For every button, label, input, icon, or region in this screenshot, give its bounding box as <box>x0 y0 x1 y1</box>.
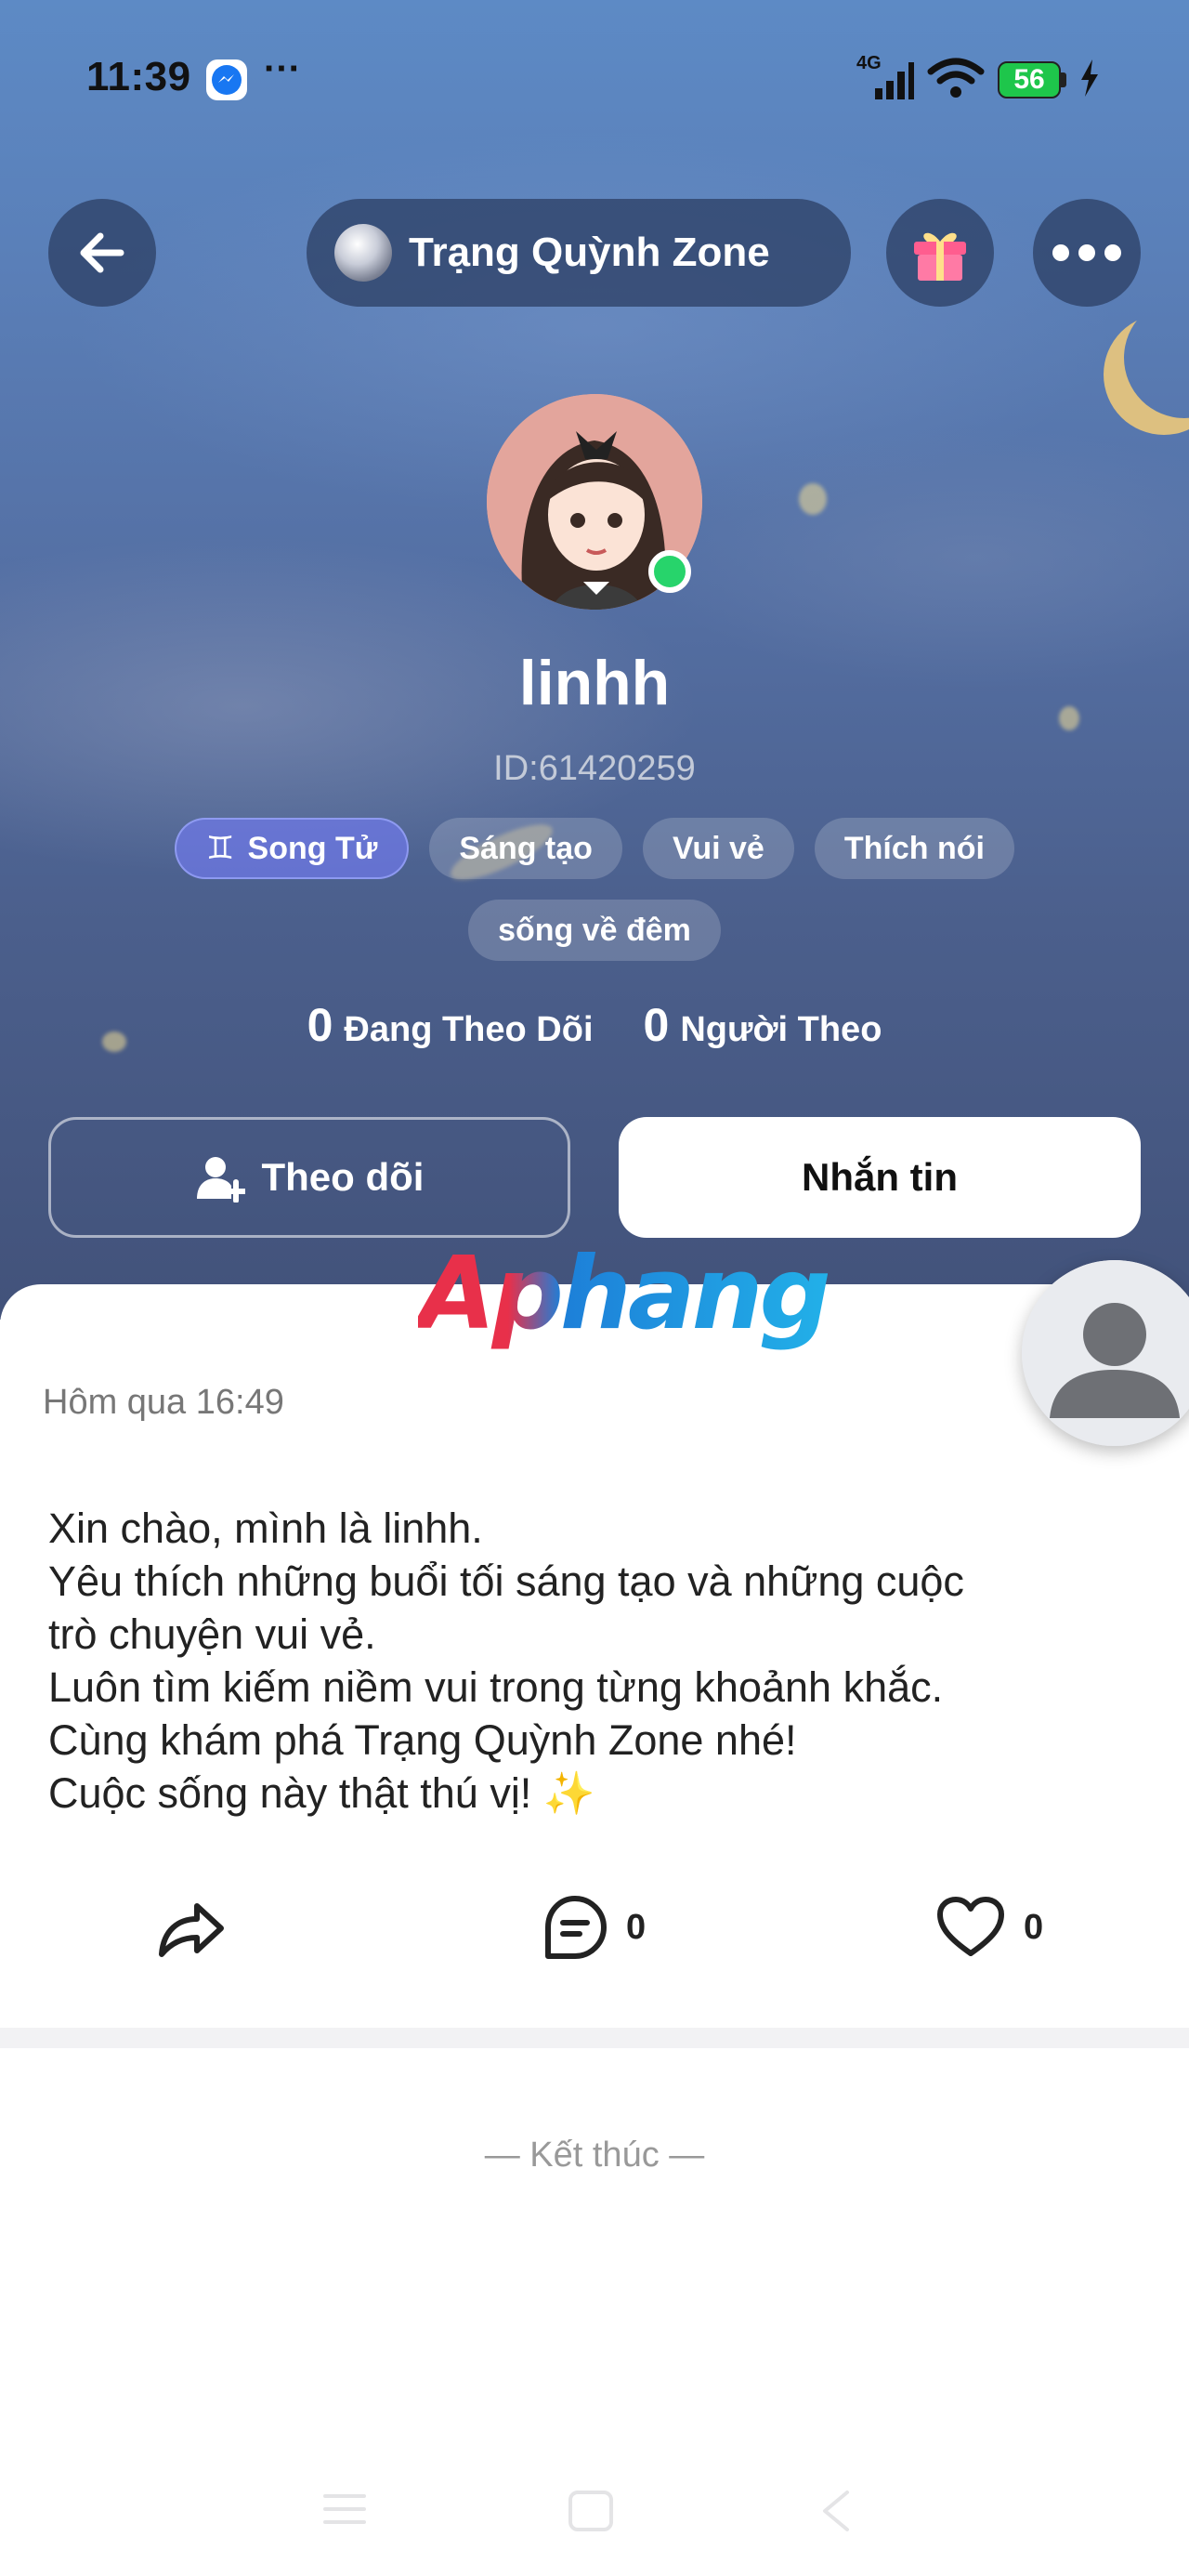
heart-icon <box>937 1897 1004 1956</box>
zone-name: Trạng Quỳnh Zone <box>409 230 770 275</box>
messenger-icon <box>206 59 247 100</box>
status-time: 11:39 <box>86 54 191 99</box>
cellular-signal-icon: 4G <box>856 53 914 103</box>
back-button[interactable] <box>48 199 156 307</box>
tag-creative[interactable]: Sáng tạo <box>429 818 622 879</box>
profile-tags: ♊ Song Tử Sáng tạo Vui vẻ Thích nói sống… <box>0 818 1189 961</box>
profile-user-id: ID:61420259 <box>493 749 696 788</box>
comment-button[interactable]: 0 <box>542 1890 646 1965</box>
comment-icon <box>545 1896 607 1959</box>
home-button[interactable] <box>567 2489 615 2538</box>
zone-icon <box>334 224 392 282</box>
follow-button[interactable]: Theo dõi <box>48 1117 570 1238</box>
share-button[interactable] <box>156 1890 227 1965</box>
following-count: 0 <box>307 999 333 1051</box>
following-stat[interactable]: 0 Đang Theo Dõi <box>307 998 594 1052</box>
moon-decoration <box>1124 297 1189 418</box>
post-line: Yêu thích những buổi tối sáng tạo và nhữ… <box>48 1557 964 1605</box>
gift-button[interactable] <box>886 199 994 307</box>
tag-label: sống về đêm <box>498 912 691 948</box>
gemini-zodiac-icon: ♊ <box>206 831 235 866</box>
message-button[interactable]: Nhắn tin <box>619 1117 1141 1238</box>
like-button[interactable]: 0 <box>936 1890 1043 1965</box>
battery-level: 56 <box>998 61 1061 99</box>
tag-label: Song Tử <box>247 830 378 866</box>
tag-talkative[interactable]: Thích nói <box>814 818 1014 879</box>
share-icon <box>159 1903 224 1957</box>
tag-label: Sáng tạo <box>459 830 593 866</box>
system-navigation-bar <box>0 2472 1189 2546</box>
post-content: Xin chào, mình là linhh. Yêu thích những… <box>48 1502 1144 1820</box>
post-line: Cùng khám phá Trạng Quỳnh Zone nhé! <box>48 1716 797 1764</box>
post-line: trò chuyện vui vẻ. <box>48 1610 376 1658</box>
watermark-logo: Aphang <box>418 1236 831 1352</box>
followers-count: 0 <box>643 999 670 1051</box>
message-button-label: Nhắn tin <box>802 1155 958 1199</box>
status-bar: 11:39 ··· 4G 56 <box>0 46 1189 112</box>
followers-stat[interactable]: 0 Người Theo <box>644 998 882 1052</box>
tag-label: Thích nói <box>843 830 985 866</box>
menu-lines-icon <box>323 2494 366 2524</box>
petal-decoration <box>799 483 827 515</box>
chevron-left-icon <box>823 2491 849 2531</box>
end-of-feed-label: — Kết thúc — <box>484 2136 705 2175</box>
tag-zodiac[interactable]: ♊ Song Tử <box>175 818 410 879</box>
post-timestamp: Hôm qua 16:49 <box>43 1383 284 1422</box>
post-line: Luôn tìm kiếm niềm vui trong từng khoảnh… <box>48 1663 944 1711</box>
more-notifications-icon: ··· <box>264 48 301 89</box>
profile-stats: 0 Đang Theo Dõi 0 Người Theo <box>0 998 1189 1052</box>
arrow-left-icon <box>80 232 124 273</box>
recent-apps-button[interactable] <box>321 2489 368 2534</box>
battery-icon: 56 <box>998 61 1066 99</box>
profile-username: linhh <box>518 648 671 718</box>
more-dots-icon <box>1052 244 1121 261</box>
comment-count: 0 <box>626 1907 647 1947</box>
online-status-indicator <box>648 550 691 593</box>
square-home-icon <box>568 2491 613 2531</box>
post-line: Cuộc sống này thật thú vị! ✨ <box>48 1769 595 1817</box>
system-back-button[interactable] <box>817 2489 855 2538</box>
wifi-icon <box>927 55 985 106</box>
tag-night-owl[interactable]: sống về đêm <box>468 900 721 961</box>
following-label: Đang Theo Dõi <box>344 1010 594 1049</box>
tag-cheerful[interactable]: Vui vẻ <box>642 818 794 879</box>
post-actions: 0 0 <box>0 1890 1189 1965</box>
post-line: Xin chào, mình là linhh. <box>48 1505 483 1552</box>
add-user-icon <box>196 1157 245 1203</box>
follow-button-label: Theo dõi <box>261 1155 425 1199</box>
charging-icon <box>1079 59 1100 101</box>
tag-label: Vui vẻ <box>672 830 764 866</box>
divider <box>0 2028 1189 2048</box>
more-options-button[interactable] <box>1033 199 1141 307</box>
zone-selector[interactable]: Trạng Quỳnh Zone <box>307 199 851 307</box>
like-count: 0 <box>1024 1907 1044 1947</box>
gift-icon <box>914 232 966 281</box>
followers-label: Người Theo <box>680 1010 882 1049</box>
